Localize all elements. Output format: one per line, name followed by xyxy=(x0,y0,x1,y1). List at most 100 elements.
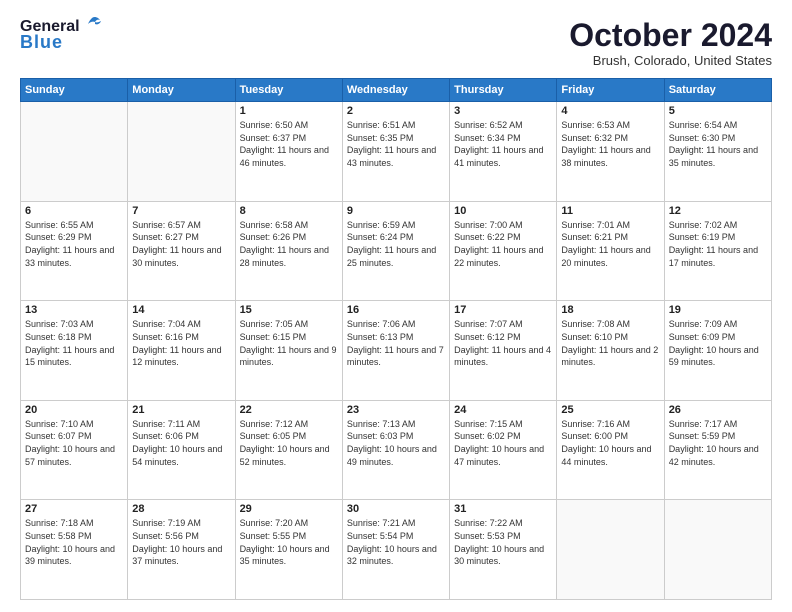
calendar-cell: 19 Sunrise: 7:09 AM Sunset: 6:09 PM Dayli… xyxy=(664,301,771,401)
day-number: 24 xyxy=(454,404,552,416)
calendar-cell: 13Sunrise: 7:03 AM Sunset: 6:18 PM Dayli… xyxy=(21,301,128,401)
calendar-cell: 24 Sunrise: 7:15 AM Sunset: 6:02 PM Dayli… xyxy=(450,400,557,500)
day-number: 30 xyxy=(347,503,445,515)
day-info: Sunrise: 6:51 AM Sunset: 6:35 PM Dayligh… xyxy=(347,119,445,169)
day-info: Sunrise: 7:03 AM Sunset: 6:18 PM Dayligh… xyxy=(25,318,123,368)
page: General Blue October 2024 Brush, Colorad… xyxy=(0,0,792,612)
calendar-cell: 12 Sunrise: 7:02 AM Sunset: 6:19 PM Dayli… xyxy=(664,201,771,301)
calendar-week-row: 6 Sunrise: 6:55 AM Sunset: 6:29 PM Daylig… xyxy=(21,201,772,301)
day-info: Sunrise: 7:20 AM Sunset: 5:55 PM Dayligh… xyxy=(240,517,338,567)
day-number: 25 xyxy=(561,404,659,416)
calendar-cell xyxy=(664,500,771,600)
weekday-header: Tuesday xyxy=(235,79,342,102)
calendar-cell: 21 Sunrise: 7:11 AM Sunset: 6:06 PM Dayli… xyxy=(128,400,235,500)
day-info: Sunrise: 7:19 AM Sunset: 5:56 PM Dayligh… xyxy=(132,517,230,567)
calendar-cell xyxy=(557,500,664,600)
day-number: 21 xyxy=(132,404,230,416)
day-info: Sunrise: 7:09 AM Sunset: 6:09 PM Dayligh… xyxy=(669,318,767,368)
calendar-cell: 14 Sunrise: 7:04 AM Sunset: 6:16 PM Dayli… xyxy=(128,301,235,401)
calendar-cell: 22Sunrise: 7:12 AM Sunset: 6:05 PM Dayli… xyxy=(235,400,342,500)
calendar-cell: 11 Sunrise: 7:01 AM Sunset: 6:21 PM Dayli… xyxy=(557,201,664,301)
calendar-cell xyxy=(128,102,235,202)
day-info: Sunrise: 7:17 AM Sunset: 5:59 PM Dayligh… xyxy=(669,418,767,468)
calendar-cell: 27Sunrise: 7:18 AM Sunset: 5:58 PM Dayli… xyxy=(21,500,128,600)
calendar-cell: 6 Sunrise: 6:55 AM Sunset: 6:29 PM Daylig… xyxy=(21,201,128,301)
day-info: Sunrise: 7:04 AM Sunset: 6:16 PM Dayligh… xyxy=(132,318,230,368)
day-number: 27 xyxy=(25,503,123,515)
day-number: 8 xyxy=(240,205,338,217)
day-info: Sunrise: 7:08 AM Sunset: 6:10 PM Dayligh… xyxy=(561,318,659,368)
calendar-cell: 20Sunrise: 7:10 AM Sunset: 6:07 PM Dayli… xyxy=(21,400,128,500)
day-number: 19 xyxy=(669,304,767,316)
day-number: 10 xyxy=(454,205,552,217)
calendar-cell: 17Sunrise: 7:07 AM Sunset: 6:12 PM Dayli… xyxy=(450,301,557,401)
day-info: Sunrise: 7:07 AM Sunset: 6:12 PM Dayligh… xyxy=(454,318,552,368)
calendar-cell: 8 Sunrise: 6:58 AM Sunset: 6:26 PM Daylig… xyxy=(235,201,342,301)
weekday-header: Monday xyxy=(128,79,235,102)
weekday-header: Thursday xyxy=(450,79,557,102)
calendar-week-row: 27Sunrise: 7:18 AM Sunset: 5:58 PM Dayli… xyxy=(21,500,772,600)
day-info: Sunrise: 7:10 AM Sunset: 6:07 PM Dayligh… xyxy=(25,418,123,468)
calendar-cell: 18 Sunrise: 7:08 AM Sunset: 6:10 PM Dayli… xyxy=(557,301,664,401)
day-number: 7 xyxy=(132,205,230,217)
calendar-week-row: 13Sunrise: 7:03 AM Sunset: 6:18 PM Dayli… xyxy=(21,301,772,401)
day-info: Sunrise: 7:21 AM Sunset: 5:54 PM Dayligh… xyxy=(347,517,445,567)
calendar-cell: 26 Sunrise: 7:17 AM Sunset: 5:59 PM Dayli… xyxy=(664,400,771,500)
day-info: Sunrise: 6:59 AM Sunset: 6:24 PM Dayligh… xyxy=(347,219,445,269)
bird-icon xyxy=(82,16,104,32)
calendar-cell: 25 Sunrise: 7:16 AM Sunset: 6:00 PM Dayli… xyxy=(557,400,664,500)
day-number: 11 xyxy=(561,205,659,217)
day-info: Sunrise: 7:02 AM Sunset: 6:19 PM Dayligh… xyxy=(669,219,767,269)
day-info: Sunrise: 6:50 AM Sunset: 6:37 PM Dayligh… xyxy=(240,119,338,169)
calendar-week-row: 1Sunrise: 6:50 AM Sunset: 6:37 PM Daylig… xyxy=(21,102,772,202)
logo-blue-text: Blue xyxy=(20,32,63,53)
calendar-header-row: SundayMondayTuesdayWednesdayThursdayFrid… xyxy=(21,79,772,102)
month-title: October 2024 xyxy=(569,18,772,53)
day-number: 4 xyxy=(561,105,659,117)
day-info: Sunrise: 7:06 AM Sunset: 6:13 PM Dayligh… xyxy=(347,318,445,368)
weekday-header: Friday xyxy=(557,79,664,102)
day-number: 3 xyxy=(454,105,552,117)
calendar-cell xyxy=(21,102,128,202)
day-number: 26 xyxy=(669,404,767,416)
day-info: Sunrise: 7:01 AM Sunset: 6:21 PM Dayligh… xyxy=(561,219,659,269)
day-info: Sunrise: 6:52 AM Sunset: 6:34 PM Dayligh… xyxy=(454,119,552,169)
day-number: 18 xyxy=(561,304,659,316)
day-number: 31 xyxy=(454,503,552,515)
calendar-table: SundayMondayTuesdayWednesdayThursdayFrid… xyxy=(20,78,772,600)
calendar-week-row: 20Sunrise: 7:10 AM Sunset: 6:07 PM Dayli… xyxy=(21,400,772,500)
day-number: 14 xyxy=(132,304,230,316)
calendar-cell: 4 Sunrise: 6:53 AM Sunset: 6:32 PM Daylig… xyxy=(557,102,664,202)
weekday-header: Sunday xyxy=(21,79,128,102)
calendar-cell: 5Sunrise: 6:54 AM Sunset: 6:30 PM Daylig… xyxy=(664,102,771,202)
day-info: Sunrise: 7:15 AM Sunset: 6:02 PM Dayligh… xyxy=(454,418,552,468)
day-info: Sunrise: 6:53 AM Sunset: 6:32 PM Dayligh… xyxy=(561,119,659,169)
calendar-cell: 23Sunrise: 7:13 AM Sunset: 6:03 PM Dayli… xyxy=(342,400,449,500)
day-info: Sunrise: 7:16 AM Sunset: 6:00 PM Dayligh… xyxy=(561,418,659,468)
day-number: 23 xyxy=(347,404,445,416)
header-right: October 2024 Brush, Colorado, United Sta… xyxy=(569,18,772,68)
day-number: 29 xyxy=(240,503,338,515)
weekday-header: Wednesday xyxy=(342,79,449,102)
day-info: Sunrise: 7:22 AM Sunset: 5:53 PM Dayligh… xyxy=(454,517,552,567)
day-number: 2 xyxy=(347,105,445,117)
logo: General Blue xyxy=(20,18,104,53)
calendar-cell: 28 Sunrise: 7:19 AM Sunset: 5:56 PM Dayli… xyxy=(128,500,235,600)
day-info: Sunrise: 6:55 AM Sunset: 6:29 PM Dayligh… xyxy=(25,219,123,269)
day-info: Sunrise: 7:05 AM Sunset: 6:15 PM Dayligh… xyxy=(240,318,338,368)
day-number: 16 xyxy=(347,304,445,316)
calendar-cell: 10 Sunrise: 7:00 AM Sunset: 6:22 PM Dayli… xyxy=(450,201,557,301)
day-number: 6 xyxy=(25,205,123,217)
day-info: Sunrise: 6:54 AM Sunset: 6:30 PM Dayligh… xyxy=(669,119,767,169)
day-info: Sunrise: 7:11 AM Sunset: 6:06 PM Dayligh… xyxy=(132,418,230,468)
day-number: 28 xyxy=(132,503,230,515)
day-info: Sunrise: 7:00 AM Sunset: 6:22 PM Dayligh… xyxy=(454,219,552,269)
day-info: Sunrise: 6:57 AM Sunset: 6:27 PM Dayligh… xyxy=(132,219,230,269)
day-number: 12 xyxy=(669,205,767,217)
calendar-cell: 30 Sunrise: 7:21 AM Sunset: 5:54 PM Dayli… xyxy=(342,500,449,600)
calendar-cell: 16 Sunrise: 7:06 AM Sunset: 6:13 PM Dayli… xyxy=(342,301,449,401)
day-info: Sunrise: 6:58 AM Sunset: 6:26 PM Dayligh… xyxy=(240,219,338,269)
day-number: 9 xyxy=(347,205,445,217)
weekday-header: Saturday xyxy=(664,79,771,102)
calendar-cell: 7 Sunrise: 6:57 AM Sunset: 6:27 PM Daylig… xyxy=(128,201,235,301)
